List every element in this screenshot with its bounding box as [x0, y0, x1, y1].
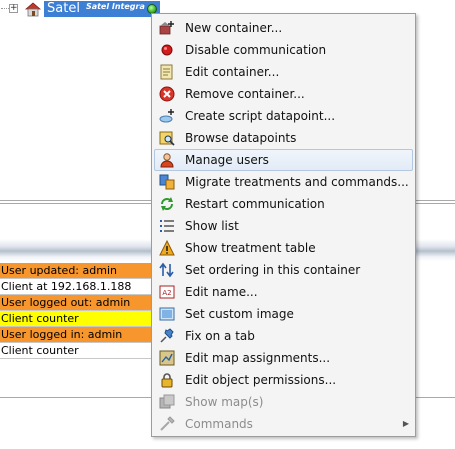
menu-item-label: Edit name... [185, 285, 258, 299]
panel-divider [0, 203, 152, 204]
menu-item-label: New container... [185, 21, 283, 35]
log-row[interactable]: Client counter [0, 343, 152, 359]
menu-item-create-script-datapoint[interactable]: Create script datapoint... [152, 105, 415, 127]
menu-item-label: Fix on a tab [185, 329, 255, 343]
menu-item-label: Edit map assignments... [185, 351, 331, 365]
menu-item-set-ordering[interactable]: Set ordering in this container [152, 259, 415, 281]
menu-item-label: Set custom image [185, 307, 294, 321]
panel-divider [415, 200, 455, 201]
tree-node-label[interactable]: Satel Satel Integra [44, 1, 160, 17]
menu-item-new-container[interactable]: New container... [152, 17, 415, 39]
event-log: User updated: admin Client at 192.168.1.… [0, 263, 152, 359]
panel-divider [0, 397, 152, 398]
log-row[interactable]: Client at 192.168.1.188 [0, 279, 152, 295]
menu-item-label: Show map(s) [185, 395, 264, 409]
context-menu: New container... Disable communication E… [151, 13, 416, 437]
tree-node-sublabel: Satel Integra [85, 2, 145, 11]
menu-item-label: Remove container... [185, 87, 305, 101]
panel-divider [0, 200, 152, 201]
red-dot-icon [161, 44, 173, 56]
image-icon [159, 307, 175, 321]
menu-item-show-maps: Show map(s) [152, 391, 415, 413]
menu-item-label: Set ordering in this container [185, 263, 361, 277]
pin-icon [160, 328, 174, 343]
house-icon [25, 2, 41, 17]
map-icon [159, 350, 175, 366]
commands-icon [160, 416, 175, 431]
panel-divider [415, 203, 455, 204]
log-row[interactable]: User updated: admin [0, 263, 152, 279]
edit-name-icon: A2 [159, 285, 175, 299]
menu-item-browse-datapoints[interactable]: Browse datapoints [152, 127, 415, 149]
menu-item-migrate-treatments[interactable]: Migrate treatments and commands... [152, 171, 415, 193]
panel-divider [415, 397, 455, 398]
new-container-icon [159, 21, 174, 35]
panel-header-band [0, 239, 152, 261]
menu-item-label: Manage users [185, 153, 269, 167]
menu-item-label: Disable communication [185, 43, 327, 57]
menu-item-edit-name[interactable]: A2 Edit name... [152, 281, 415, 303]
lock-icon [161, 373, 173, 388]
menu-item-edit-object-permissions[interactable]: Edit object permissions... [152, 369, 415, 391]
menu-item-restart-communication[interactable]: Restart communication [152, 193, 415, 215]
ordering-icon [159, 262, 174, 278]
log-row[interactable]: Client counter [0, 311, 152, 327]
expand-icon[interactable]: + [9, 4, 18, 13]
log-row[interactable]: User logged out: admin [0, 295, 152, 311]
warning-icon [159, 240, 175, 256]
menu-item-label: Edit object permissions... [185, 373, 337, 387]
menu-item-manage-users[interactable]: Manage users [154, 149, 413, 171]
menu-item-set-custom-image[interactable]: Set custom image [152, 303, 415, 325]
menu-item-label: Show list [185, 219, 239, 233]
migrate-icon [159, 174, 175, 190]
menu-item-disable-communication[interactable]: Disable communication [152, 39, 415, 61]
menu-item-label: Commands [185, 417, 253, 431]
tree-connector [1, 8, 9, 9]
menu-item-label: Create script datapoint... [185, 109, 336, 123]
menu-item-fix-on-tab[interactable]: Fix on a tab [152, 325, 415, 347]
menu-item-label: Migrate treatments and commands... [185, 175, 409, 189]
browse-datapoints-icon [159, 131, 175, 146]
svg-text:A2: A2 [162, 289, 171, 297]
edit-container-icon [160, 64, 173, 80]
menu-item-show-list[interactable]: Show list [152, 215, 415, 237]
log-row[interactable]: User logged in: admin [0, 327, 152, 343]
user-icon [160, 153, 174, 168]
menu-item-label: Browse datapoints [185, 131, 297, 145]
menu-item-edit-container[interactable]: Edit container... [152, 61, 415, 83]
menu-item-label: Restart communication [185, 197, 325, 211]
menu-item-remove-container[interactable]: Remove container... [152, 83, 415, 105]
menu-item-label: Show treatment table [185, 241, 316, 255]
menu-item-show-treatment-table[interactable]: Show treatment table [152, 237, 415, 259]
menu-item-commands: Commands ▶ [152, 413, 415, 435]
restart-icon [161, 197, 173, 211]
menu-item-edit-map-assignments[interactable]: Edit map assignments... [152, 347, 415, 369]
maps-icon [159, 394, 175, 409]
tree-node-name: Satel [47, 1, 80, 16]
script-datapoint-icon [159, 109, 174, 123]
menu-item-label: Edit container... [185, 65, 280, 79]
remove-icon [159, 86, 175, 102]
tree-node-satel[interactable]: + Satel Satel Integra [0, 0, 170, 18]
submenu-arrow-icon: ▶ [402, 419, 409, 428]
list-icon [160, 220, 174, 232]
panel-header-band [415, 239, 455, 261]
